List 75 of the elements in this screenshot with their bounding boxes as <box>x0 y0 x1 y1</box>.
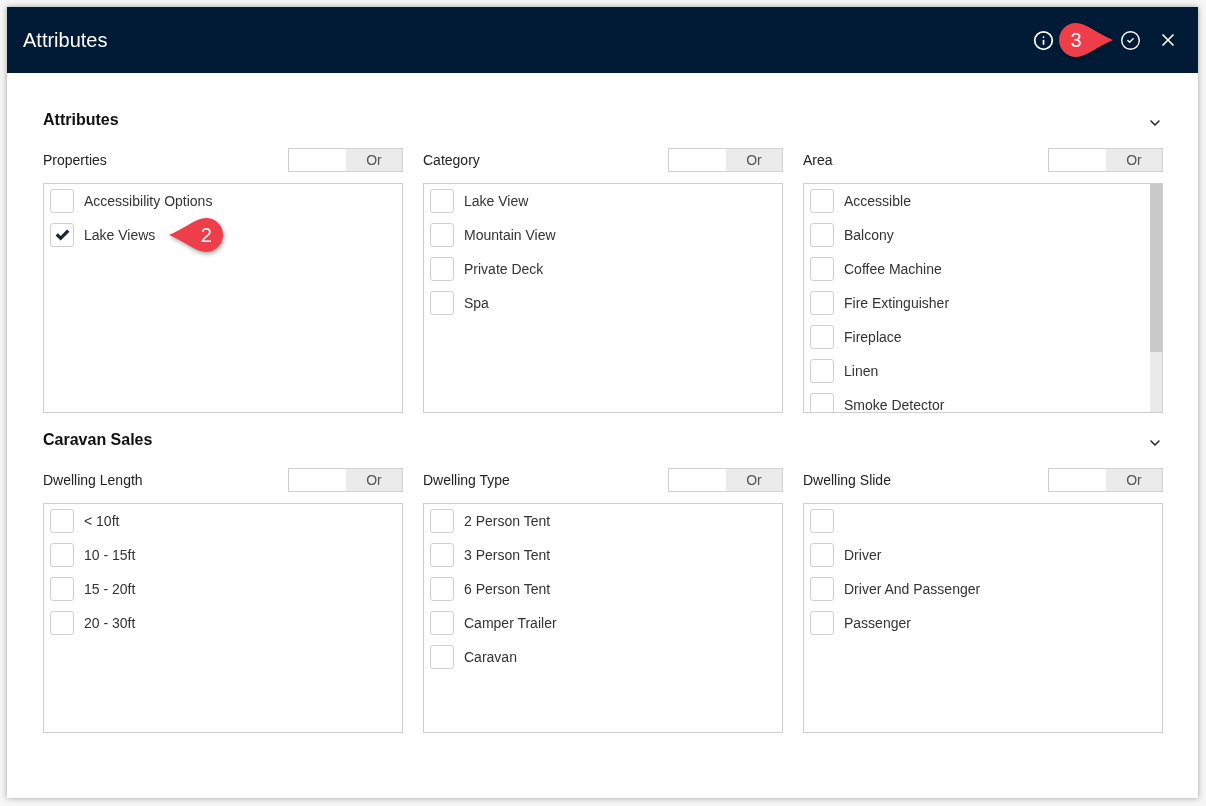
option-label: Fireplace <box>844 330 902 344</box>
checkbox[interactable] <box>430 611 454 635</box>
option-label: Spa <box>464 296 489 310</box>
toggle-switch[interactable]: Or <box>668 148 783 172</box>
option-label: Private Deck <box>464 262 544 276</box>
option-label: Lake Views <box>84 228 156 242</box>
option-label: Lake View <box>464 194 529 208</box>
info-icon <box>1032 29 1054 51</box>
toggle-switch[interactable]: Or <box>288 468 403 492</box>
info-button[interactable] <box>1031 28 1055 52</box>
checkbox[interactable] <box>50 223 74 247</box>
option-label: Camper Trailer <box>464 616 557 630</box>
checkbox[interactable] <box>810 543 834 567</box>
checkbox[interactable] <box>430 291 454 315</box>
confirm-button[interactable] <box>1118 28 1142 52</box>
scrollbar-thumb[interactable] <box>1150 184 1162 352</box>
option-label: Accessibility Options <box>84 194 213 208</box>
group-label: Area <box>803 150 833 170</box>
checkbox[interactable] <box>810 359 834 383</box>
group-label: Dwelling Slide <box>803 470 891 490</box>
option-label: 15 - 20ft <box>84 582 136 596</box>
option-label: Caravan <box>464 650 517 664</box>
option-label: Driver <box>844 548 882 562</box>
section-title: Attributes <box>43 110 119 130</box>
toggle-switch[interactable]: Or <box>1048 468 1163 492</box>
scrollbar[interactable] <box>1150 184 1162 412</box>
option-label: Driver And Passenger <box>844 582 981 596</box>
checkbox[interactable] <box>430 223 454 247</box>
callout-marker: 2 <box>168 217 225 253</box>
checkbox[interactable] <box>430 577 454 601</box>
checkbox[interactable] <box>810 291 834 315</box>
checkbox[interactable] <box>810 189 834 213</box>
option-label: Fire Extinguisher <box>844 296 950 310</box>
check-circle-icon <box>1119 29 1141 51</box>
checkbox[interactable] <box>810 611 834 635</box>
callout-marker: 3 <box>1058 22 1114 58</box>
checkbox[interactable] <box>810 509 834 533</box>
dialog-title: Attributes <box>23 28 108 53</box>
toggle-switch[interactable]: Or <box>1048 148 1163 172</box>
option-label: Linen <box>844 364 879 378</box>
option-label: Accessible <box>844 194 911 208</box>
checkbox[interactable] <box>430 189 454 213</box>
checkbox[interactable] <box>50 577 74 601</box>
option-label: 3 Person Tent <box>464 548 551 562</box>
checkbox[interactable] <box>430 645 454 669</box>
option-label: 2 Person Tent <box>464 514 551 528</box>
group-label: Dwelling Type <box>423 470 510 490</box>
option-label: < 10ft <box>84 514 120 528</box>
option-label: 20 - 30ft <box>84 616 136 630</box>
checkbox[interactable] <box>430 257 454 281</box>
group-label: Dwelling Length <box>43 470 143 490</box>
toggle-switch[interactable]: Or <box>668 468 783 492</box>
checkbox[interactable] <box>430 509 454 533</box>
checkbox[interactable] <box>810 257 834 281</box>
checkbox[interactable] <box>810 223 834 247</box>
option-label: Passenger <box>844 616 911 630</box>
checkbox[interactable] <box>810 325 834 349</box>
option-label: 10 - 15ft <box>84 548 136 562</box>
group-label: Properties <box>43 150 107 170</box>
group-label: Category <box>423 150 480 170</box>
checkbox[interactable] <box>50 189 74 213</box>
checkbox[interactable] <box>50 543 74 567</box>
checkmark-icon <box>54 229 70 241</box>
toggle-switch[interactable]: Or <box>288 148 403 172</box>
option-label: Mountain View <box>464 228 556 242</box>
option-label: 6 Person Tent <box>464 582 551 596</box>
checkbox[interactable] <box>810 393 834 412</box>
option-label: Smoke Detector <box>844 398 945 412</box>
option-label: Balcony <box>844 228 894 242</box>
checkbox[interactable] <box>430 543 454 567</box>
section-title: Caravan Sales <box>43 430 153 450</box>
checkbox[interactable] <box>50 611 74 635</box>
option-label: Coffee Machine <box>844 262 942 276</box>
checkbox[interactable] <box>810 577 834 601</box>
checkbox[interactable] <box>50 509 74 533</box>
